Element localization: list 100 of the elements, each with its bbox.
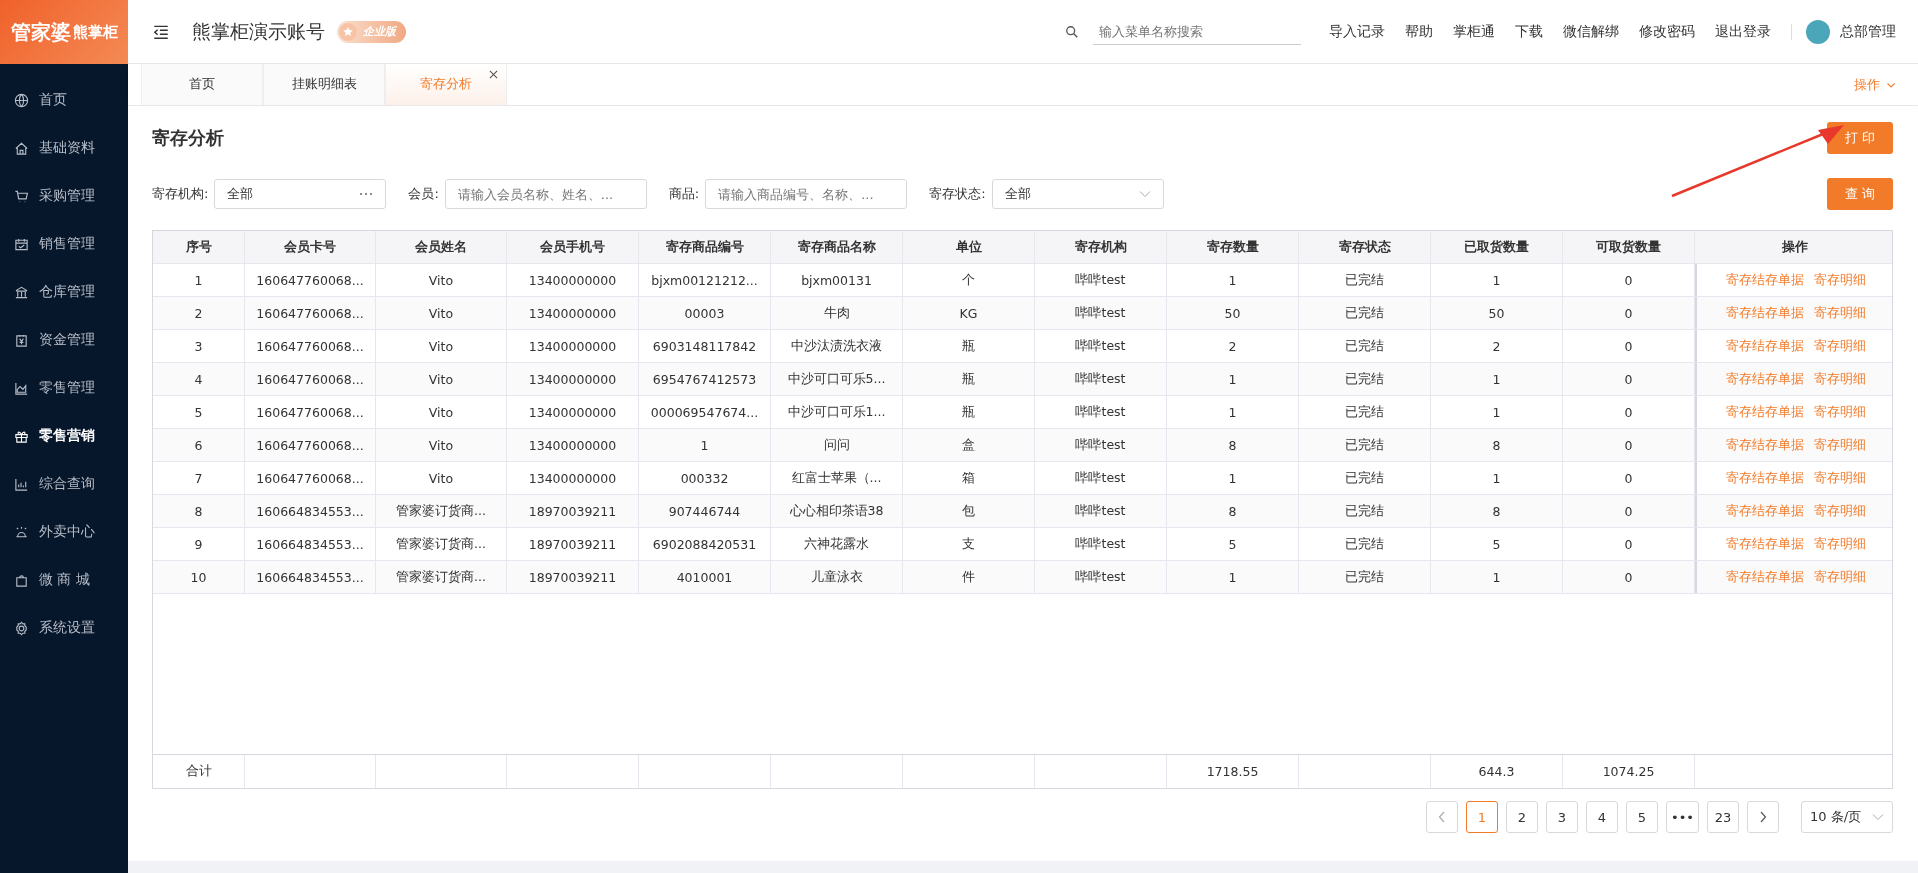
filter-input-field[interactable]: 请输入商品编号、名称、... [705, 179, 908, 209]
table-cell: 0 [1563, 462, 1695, 494]
table-cell: 已完结 [1299, 297, 1431, 329]
table-cell: 心心相印茶语38 [771, 495, 903, 527]
sidebar-item[interactable]: 系统设置 [0, 604, 128, 652]
column-header: 寄存商品编号 [639, 231, 771, 263]
table-cell: 8 [1167, 495, 1299, 527]
sidebar-item[interactable]: 外卖中心 [0, 508, 128, 556]
table-cell: 哔哔test [1035, 264, 1167, 296]
menu-icon [14, 476, 29, 492]
column-header: 会员姓名 [376, 231, 507, 263]
menu-icon [14, 92, 29, 108]
table-cell: 已完结 [1299, 396, 1431, 428]
sidebar-item[interactable]: 综合查询 [0, 460, 128, 508]
column-header: 寄存机构 [1035, 231, 1167, 263]
header-link[interactable]: 帮助 [1405, 22, 1433, 41]
avatar-icon[interactable] [1806, 19, 1830, 44]
column-header: 可取货数量 [1563, 231, 1695, 263]
page-button[interactable]: 3 [1546, 801, 1578, 833]
sidebar-item[interactable]: 资金管理 [0, 316, 128, 364]
table-cell: 已完结 [1299, 330, 1431, 362]
menu-icon [14, 380, 29, 396]
table-cell: 已完结 [1299, 495, 1431, 527]
table-cell: 1 [1431, 396, 1563, 428]
sidebar-item[interactable]: 零售管理 [0, 364, 128, 412]
table-cell: 管家婆订货商... [376, 528, 507, 560]
header-link[interactable]: 下载 [1515, 22, 1543, 41]
sidebar-item[interactable]: 零售营销 [0, 412, 128, 460]
table-cell: 儿童泳衣 [771, 561, 903, 593]
table-cell: 13400000000 [507, 462, 639, 494]
menu-icon [14, 236, 29, 252]
user-name[interactable]: 总部管理 [1840, 22, 1896, 41]
page-button[interactable]: ••• [1666, 801, 1699, 833]
sidebar-item[interactable]: 首页 [0, 76, 128, 124]
page-button[interactable]: 23 [1707, 801, 1739, 833]
table-cell: Vito [376, 330, 507, 362]
page-size-select[interactable]: 10 条/页 [1801, 801, 1893, 833]
filter-input-field[interactable]: 请输入会员名称、姓名、... [444, 179, 647, 209]
page-button[interactable]: 4 [1586, 801, 1618, 833]
table-cell: bjxm00121212... [639, 264, 771, 296]
table-cell: Vito [376, 264, 507, 296]
filter-label: 会员: [408, 185, 439, 203]
table-cell: 支 [903, 528, 1035, 560]
header-link[interactable]: 退出登录 [1715, 22, 1771, 41]
sidebar-item[interactable]: 微 商 城 [0, 556, 128, 604]
sidebar-item[interactable]: 仓库管理 [0, 268, 128, 316]
menu-icon [14, 524, 29, 540]
chevron-left-icon [1438, 811, 1446, 823]
table-cell: 哔哔test [1035, 462, 1167, 494]
table-cell: 盒 [903, 429, 1035, 461]
next-page-button[interactable] [1747, 801, 1779, 833]
sidebar-item[interactable]: 基础资料 [0, 124, 128, 172]
table-cell: 哔哔test [1035, 495, 1167, 527]
filter-label: 商品: [668, 185, 700, 203]
status-select[interactable]: 全部 [991, 179, 1164, 209]
table-cell: 0 [1563, 264, 1695, 296]
table-cell: 管家婆订货商... [376, 495, 507, 527]
table-cell: 7 [153, 462, 245, 494]
table-cell: KG [903, 297, 1035, 329]
table-cell: 4010001 [639, 561, 771, 593]
table-cell: 0 [1563, 495, 1695, 527]
organization-picker[interactable]: 全部 [214, 179, 387, 209]
table-cell: 6 [153, 429, 245, 461]
previous-page-button[interactable] [1426, 801, 1458, 833]
table-cell: 8 [153, 495, 245, 527]
page-tab[interactable]: 挂账明细表 [263, 64, 385, 105]
column-header: 寄存数量 [1167, 231, 1299, 263]
table-cell: 160664834553... [245, 495, 376, 527]
table-cell: 13400000000 [507, 297, 639, 329]
column-header: 操作 [1780, 237, 1809, 256]
table-cell: 中沙可口可乐1... [771, 396, 903, 428]
table-cell: 1 [639, 429, 771, 461]
table-cell: 已完结 [1299, 363, 1431, 395]
close-icon[interactable] [489, 70, 498, 79]
table-cell: 1 [1167, 462, 1299, 494]
page-button[interactable]: 2 [1506, 801, 1538, 833]
table-cell: 160647760068... [245, 429, 376, 461]
page-title: 寄存分析 [152, 126, 224, 150]
header-link[interactable]: 微信解绑 [1563, 22, 1619, 41]
table-cell: 5 [1167, 528, 1299, 560]
table-cell: 包 [903, 495, 1035, 527]
table-cell: 牛肉 [771, 297, 903, 329]
table-cell: 0 [1563, 396, 1695, 428]
table-cell: 1 [1431, 264, 1563, 296]
table-cell: 8 [1431, 495, 1563, 527]
page-tab[interactable]: 首页 [141, 64, 263, 105]
table-cell: bjxm00131 [771, 264, 903, 296]
header-link[interactable]: 修改密码 [1639, 22, 1695, 41]
table-cell: 160664834553... [245, 561, 376, 593]
table-cell: 哔哔test [1035, 330, 1167, 362]
sidebar-item[interactable]: 销售管理 [0, 220, 128, 268]
table-cell: 六神花露水 [771, 528, 903, 560]
header-link[interactable]: 掌柜通 [1453, 22, 1495, 41]
table-cell: 3 [153, 330, 245, 362]
table-cell: 160647760068... [245, 363, 376, 395]
header-link[interactable]: 导入记录 [1329, 22, 1385, 41]
sidebar-item[interactable]: 采购管理 [0, 172, 128, 220]
page-button[interactable]: 5 [1626, 801, 1658, 833]
table-cell: 个 [903, 264, 1035, 296]
total-cell: 1718.55 [1206, 764, 1259, 779]
